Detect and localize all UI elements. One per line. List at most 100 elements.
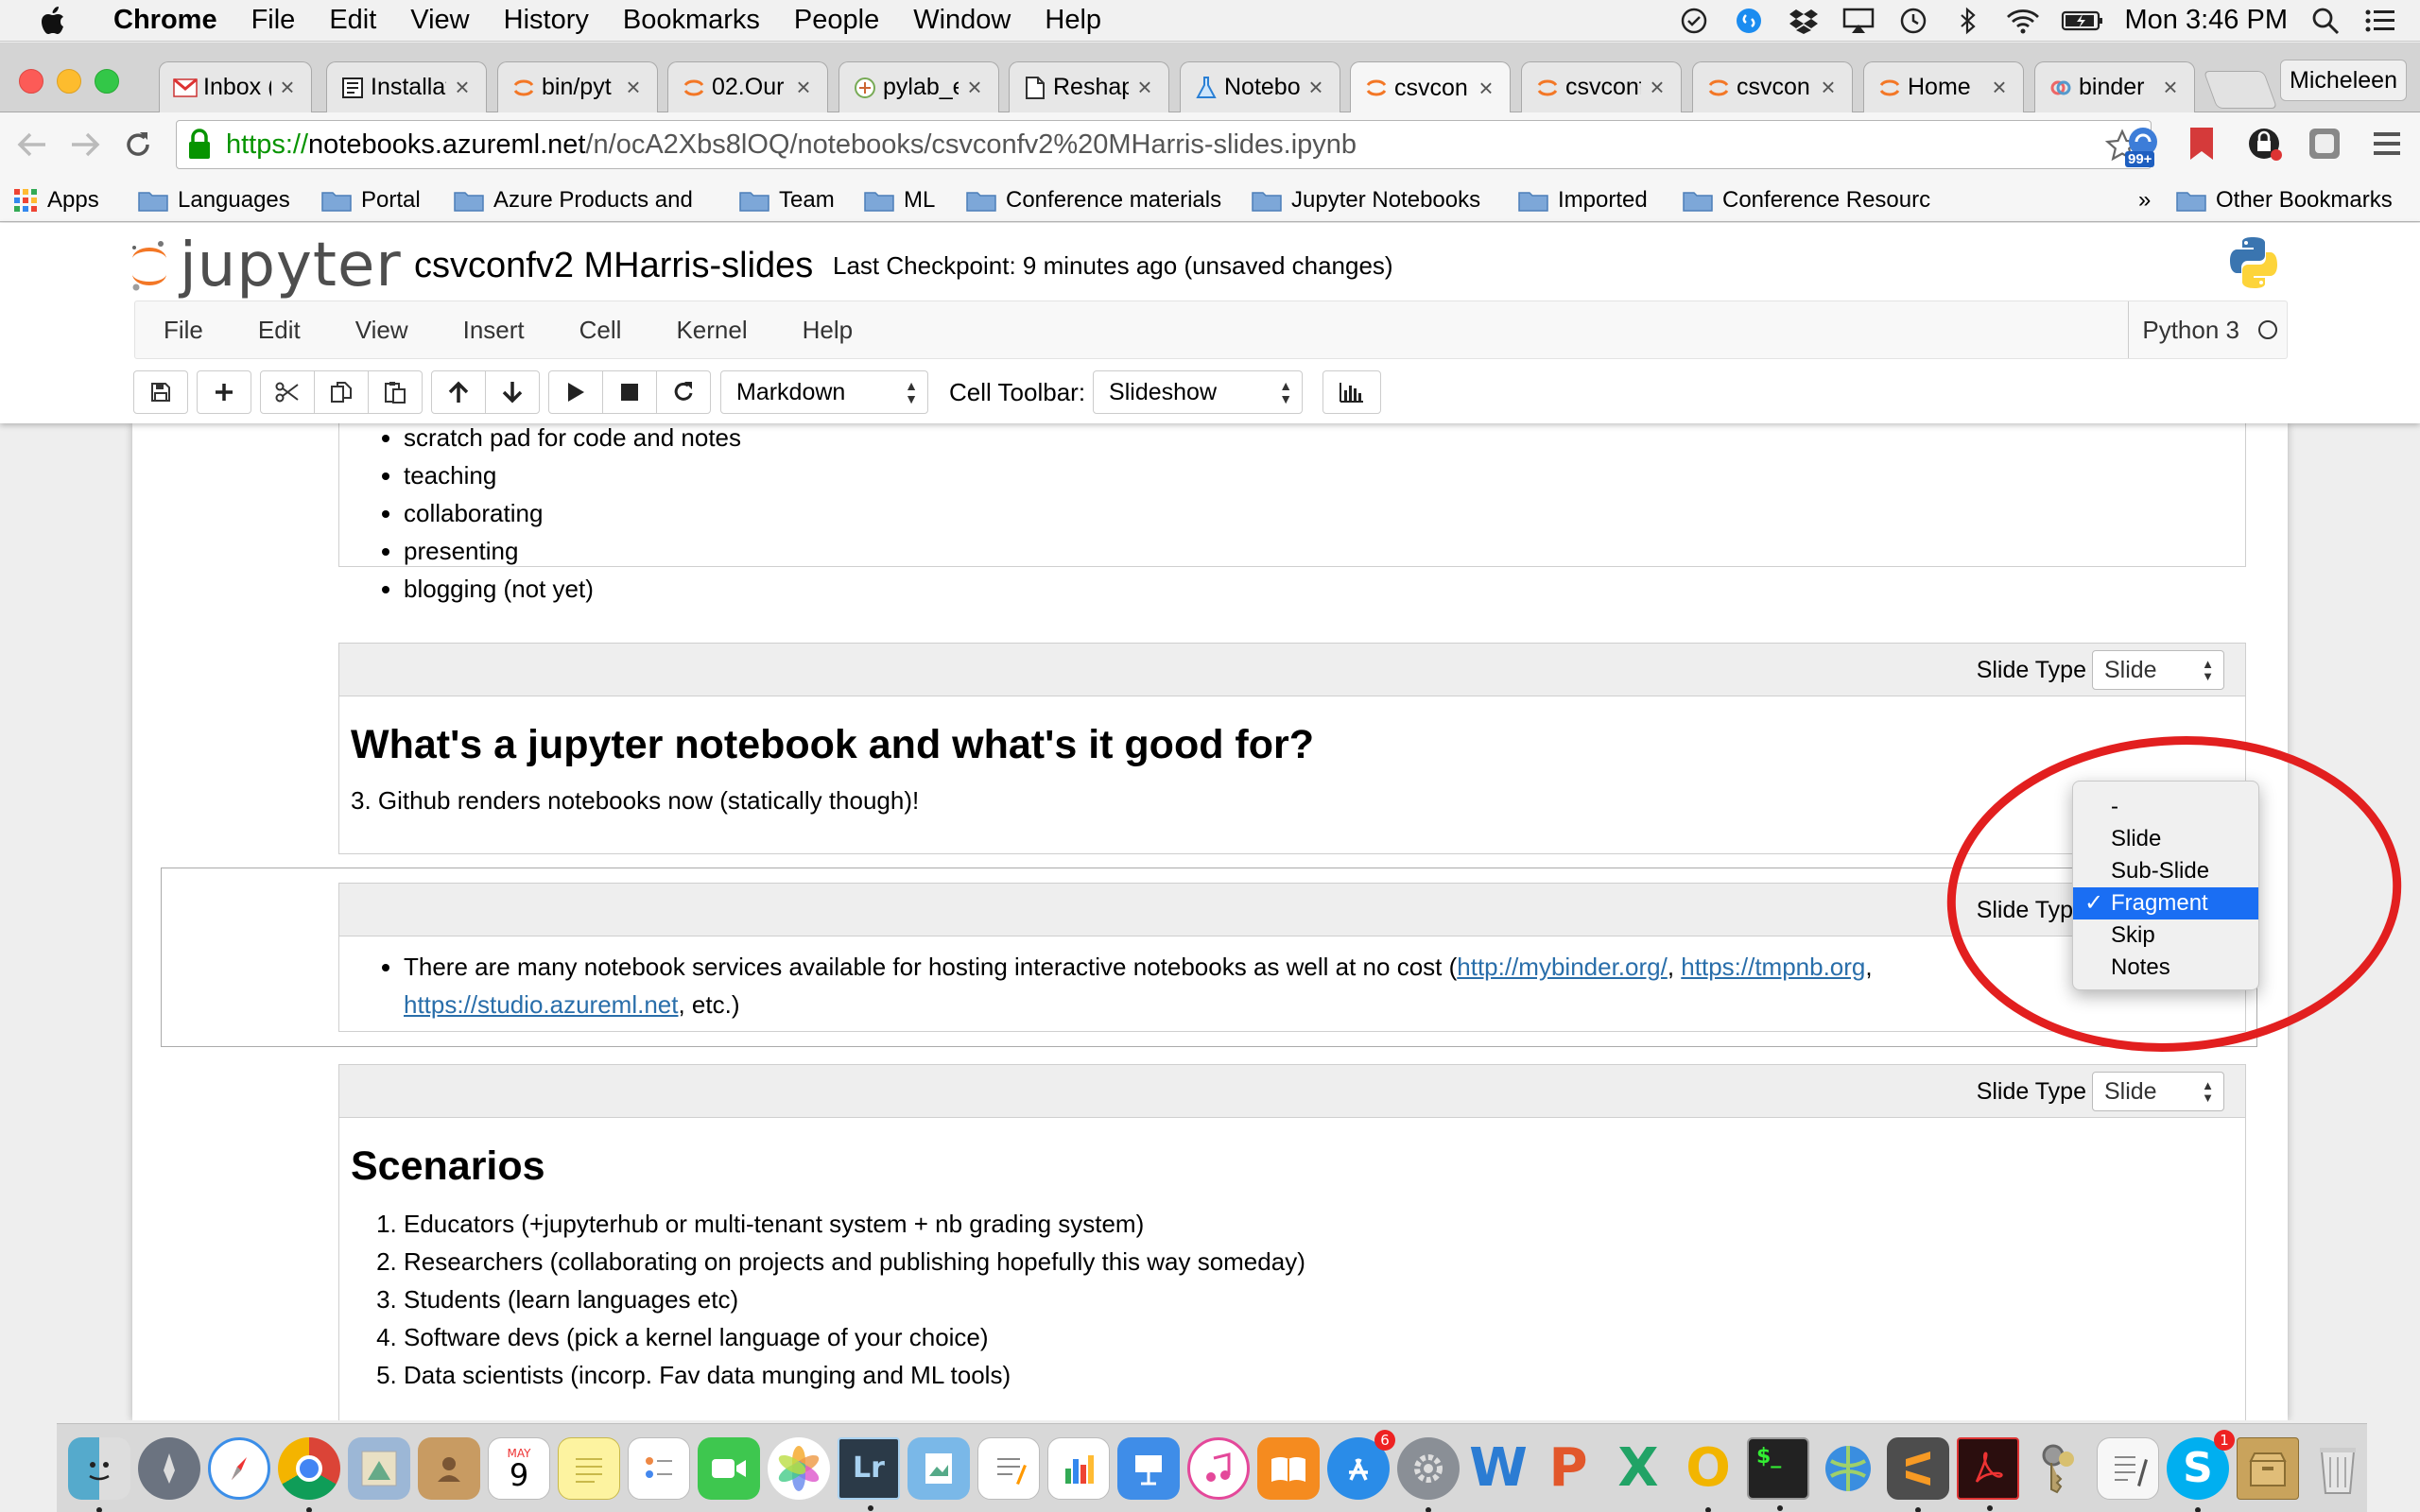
insert-cell-button[interactable] xyxy=(197,370,251,414)
tab-binder[interactable]: binder × xyxy=(2034,61,2195,112)
jupyter-menu-edit[interactable]: Edit xyxy=(230,316,327,345)
tab-inbox[interactable]: Inbox (× xyxy=(159,61,312,112)
notes-icon[interactable] xyxy=(558,1436,620,1500)
close-tab-icon[interactable]: × xyxy=(623,73,644,102)
tab-reshape[interactable]: Reshap × xyxy=(1009,61,1169,112)
bookmark-portal[interactable]: Portal xyxy=(321,184,421,216)
menu-history[interactable]: History xyxy=(487,5,606,36)
close-tab-icon[interactable]: × xyxy=(964,73,985,102)
bluetooth-icon[interactable] xyxy=(1951,4,1985,38)
word-icon[interactable]: W xyxy=(1467,1437,1530,1500)
extension-square-icon[interactable] xyxy=(2303,122,2346,165)
system-preferences-icon[interactable] xyxy=(1397,1436,1460,1512)
tab-bin-python[interactable]: bin/pyt × xyxy=(497,61,658,112)
chrome-icon[interactable] xyxy=(278,1436,340,1512)
back-button[interactable] xyxy=(13,126,51,163)
extension-badge-icon[interactable]: 99+ xyxy=(2121,122,2165,167)
app-store-icon[interactable]: 6 xyxy=(1327,1429,1395,1500)
slide-type-option-skip[interactable]: Skip xyxy=(2073,919,2258,952)
excel-icon[interactable]: X xyxy=(1607,1437,1669,1500)
adobe-acrobat-icon[interactable] xyxy=(1957,1436,2019,1511)
preview-icon[interactable] xyxy=(908,1436,970,1500)
ibooks-icon[interactable] xyxy=(1257,1436,1320,1500)
mail-stamp-icon[interactable] xyxy=(348,1436,410,1500)
powerpoint-icon[interactable]: P xyxy=(1537,1437,1599,1500)
jupyter-menu-insert[interactable]: Insert xyxy=(435,316,551,345)
airplay-icon[interactable] xyxy=(1841,4,1876,38)
close-tab-icon[interactable]: × xyxy=(1989,73,2010,102)
move-cell-up-button[interactable] xyxy=(431,370,486,414)
bookmark-imported[interactable]: Imported xyxy=(1518,184,1648,216)
jupyter-menu-help[interactable]: Help xyxy=(774,316,879,345)
address-bar[interactable]: https://notebooks.azureml.net/n/ocA2Xbs8… xyxy=(176,120,2152,169)
menu-edit[interactable]: Edit xyxy=(312,5,393,36)
markdown-cell-uses[interactable]: scratch pad for code and notes teaching … xyxy=(338,423,2246,603)
cell-type-select[interactable]: Markdown ▲ ▼ xyxy=(720,370,928,414)
safari-icon[interactable] xyxy=(208,1436,270,1500)
close-tab-icon[interactable]: × xyxy=(1476,74,1496,103)
slide-type-option-slide[interactable]: Slide xyxy=(2073,823,2258,855)
profile-button[interactable]: Micheleen xyxy=(2280,60,2407,101)
close-tab-icon[interactable]: × xyxy=(1305,73,1326,102)
close-tab-icon[interactable]: × xyxy=(793,73,814,102)
slide-type-select[interactable]: Slide ▲ ▼ xyxy=(2092,650,2224,690)
run-cell-button[interactable] xyxy=(548,370,603,414)
notification-center-icon[interactable] xyxy=(2363,4,2397,38)
jupyter-menu-view[interactable]: View xyxy=(327,316,435,345)
close-tab-icon[interactable]: × xyxy=(1134,73,1155,102)
interrupt-kernel-button[interactable] xyxy=(602,370,657,414)
chrome-menu-icon[interactable] xyxy=(2365,122,2409,165)
spotlight-search-icon[interactable] xyxy=(2308,4,2342,38)
sublime-text-icon[interactable] xyxy=(1887,1436,1949,1512)
lightroom-icon[interactable]: Lr xyxy=(838,1436,900,1511)
paste-button[interactable] xyxy=(368,370,423,414)
keynote-icon[interactable] xyxy=(1117,1436,1180,1500)
jupyter-menu-file[interactable]: File xyxy=(135,316,230,345)
jupyter-logo[interactable]: jupyter xyxy=(129,231,402,301)
jupyter-menu-cell[interactable]: Cell xyxy=(551,316,648,345)
slideshow-button[interactable] xyxy=(1322,370,1382,414)
keychain-access-icon[interactable] xyxy=(2027,1437,2089,1500)
numbers-icon[interactable] xyxy=(1047,1436,1110,1500)
slide-type-option-notes[interactable]: Notes xyxy=(2073,952,2258,984)
bookmarks-overflow-chevron[interactable]: » xyxy=(2138,184,2151,216)
dropbox-icon[interactable] xyxy=(1787,4,1821,38)
menu-people[interactable]: People xyxy=(777,5,896,36)
move-cell-down-button[interactable] xyxy=(485,370,540,414)
photos-icon[interactable] xyxy=(768,1436,830,1500)
menu-window[interactable]: Window xyxy=(896,5,1028,36)
terminal-icon[interactable]: $_ xyxy=(1747,1436,1809,1511)
markdown-cell-scenarios[interactable]: Slide Type Slide▲▼ Scenarios Educators (… xyxy=(338,1064,2246,1420)
bookmark-ml[interactable]: ML xyxy=(864,184,935,216)
menu-view[interactable]: View xyxy=(393,5,486,36)
bookmark-team[interactable]: Team xyxy=(739,184,835,216)
wifi-icon[interactable] xyxy=(2006,4,2040,38)
slide-type-select[interactable]: Slide ▲ ▼ xyxy=(2092,1072,2224,1111)
facetime-icon[interactable] xyxy=(698,1436,760,1500)
menu-help[interactable]: Help xyxy=(1028,5,1118,36)
battery-icon[interactable] xyxy=(2061,4,2104,38)
markdown-cell-whats-jupyter[interactable]: Slide Type Slide ▲ ▼ What's a jupyter note… xyxy=(338,643,2246,854)
bookmark-conference-materials[interactable]: Conference materials xyxy=(966,184,1221,216)
slide-type-option-fragment[interactable]: ✓ Fragment xyxy=(2073,887,2258,919)
cell-toolbar-select[interactable]: Slideshow ▲ ▼ xyxy=(1093,370,1304,414)
close-tab-icon[interactable]: × xyxy=(1647,73,1668,102)
tab-notebooks[interactable]: Notebo × xyxy=(1180,61,1340,112)
save-button[interactable] xyxy=(133,370,188,414)
bookmark-other-bookmarks[interactable]: Other Bookmarks xyxy=(2176,184,2393,216)
apple-menu-icon[interactable] xyxy=(26,0,79,42)
bookmark-azure-products[interactable]: Azure Products and xyxy=(454,184,693,216)
bookmark-apps[interactable]: Apps xyxy=(13,184,99,216)
restart-kernel-button[interactable] xyxy=(656,370,711,414)
bookmark-jupyter-notebooks[interactable]: Jupyter Notebooks xyxy=(1252,184,1480,216)
menu-bookmarks[interactable]: Bookmarks xyxy=(606,5,777,36)
close-tab-icon[interactable]: × xyxy=(277,73,298,102)
textedit-icon[interactable] xyxy=(977,1436,1040,1500)
itunes-icon[interactable] xyxy=(1187,1436,1250,1500)
forward-button[interactable] xyxy=(66,126,104,163)
tab-pylab[interactable]: pylab_e × xyxy=(838,61,999,112)
close-tab-icon[interactable]: × xyxy=(2160,73,2181,102)
tab-02-our[interactable]: 02.Our × xyxy=(667,61,828,112)
menubar-clock[interactable]: Mon 3:46 PM xyxy=(2125,5,2288,36)
notebook-name[interactable]: csvconfv2 MHarris-slides xyxy=(414,246,813,286)
